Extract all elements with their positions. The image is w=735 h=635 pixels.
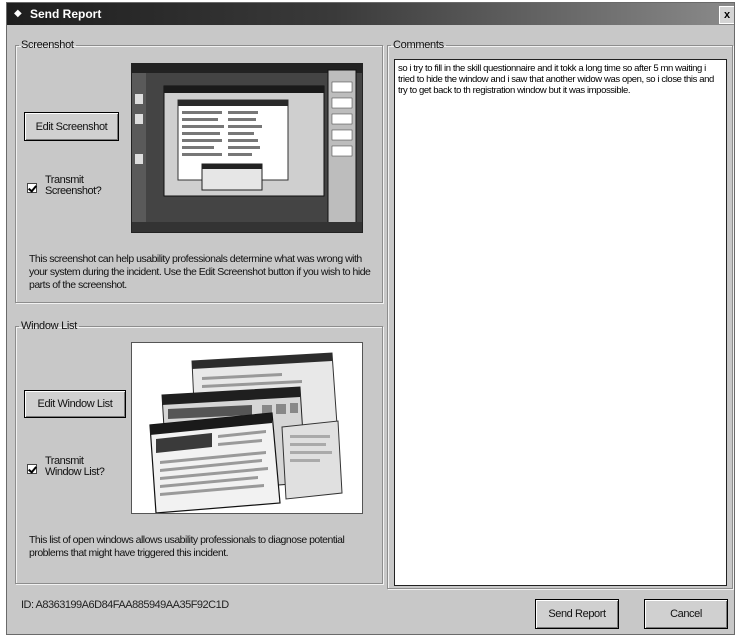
- edit-screenshot-button[interactable]: Edit Screenshot: [24, 112, 119, 141]
- send-report-dialog: ◆ Send Report x Screenshot Edit Screensh…: [6, 2, 735, 635]
- close-icon[interactable]: x: [719, 6, 734, 24]
- edit-window-list-button[interactable]: Edit Window List: [24, 390, 126, 418]
- screenshot-group-legend: Screenshot: [21, 39, 74, 51]
- title-bar[interactable]: ◆ Send Report x: [7, 3, 734, 25]
- transmit-window-list-label: Transmit Window List?: [45, 456, 105, 478]
- transmit-screenshot-checkbox[interactable]: [27, 183, 37, 193]
- transmit-window-list-label-line2: Window List?: [45, 466, 105, 478]
- window-title: Send Report: [30, 7, 102, 21]
- screenshot-thumbnail[interactable]: [131, 63, 363, 233]
- app-icon: ◆: [14, 8, 22, 19]
- screenshot-description: This screenshot can help usability profe…: [29, 253, 371, 291]
- incident-id: ID: A8363199A6D84FAA885949AA35F92C1D: [21, 599, 229, 611]
- transmit-screenshot-checkbox-row[interactable]: Transmit Screenshot?: [27, 175, 102, 197]
- window-list-group-legend: Window List: [21, 320, 77, 332]
- transmit-screenshot-label-line2: Screenshot?: [45, 185, 102, 197]
- window-list-thumbnail[interactable]: [131, 342, 363, 514]
- window-list-description: This list of open windows allows usabili…: [29, 534, 345, 559]
- window-stack-image: [132, 343, 362, 513]
- send-report-button[interactable]: Send Report: [535, 599, 619, 629]
- transmit-screenshot-label: Transmit Screenshot?: [45, 175, 102, 197]
- comments-group-legend: Comments: [393, 39, 444, 51]
- desktop-preview-image: [132, 64, 362, 232]
- transmit-window-list-checkbox[interactable]: [27, 464, 37, 474]
- comments-textarea[interactable]: so i try to fill in the skill questionna…: [394, 59, 727, 586]
- transmit-window-list-checkbox-row[interactable]: Transmit Window List?: [27, 456, 105, 478]
- cancel-button[interactable]: Cancel: [644, 599, 728, 629]
